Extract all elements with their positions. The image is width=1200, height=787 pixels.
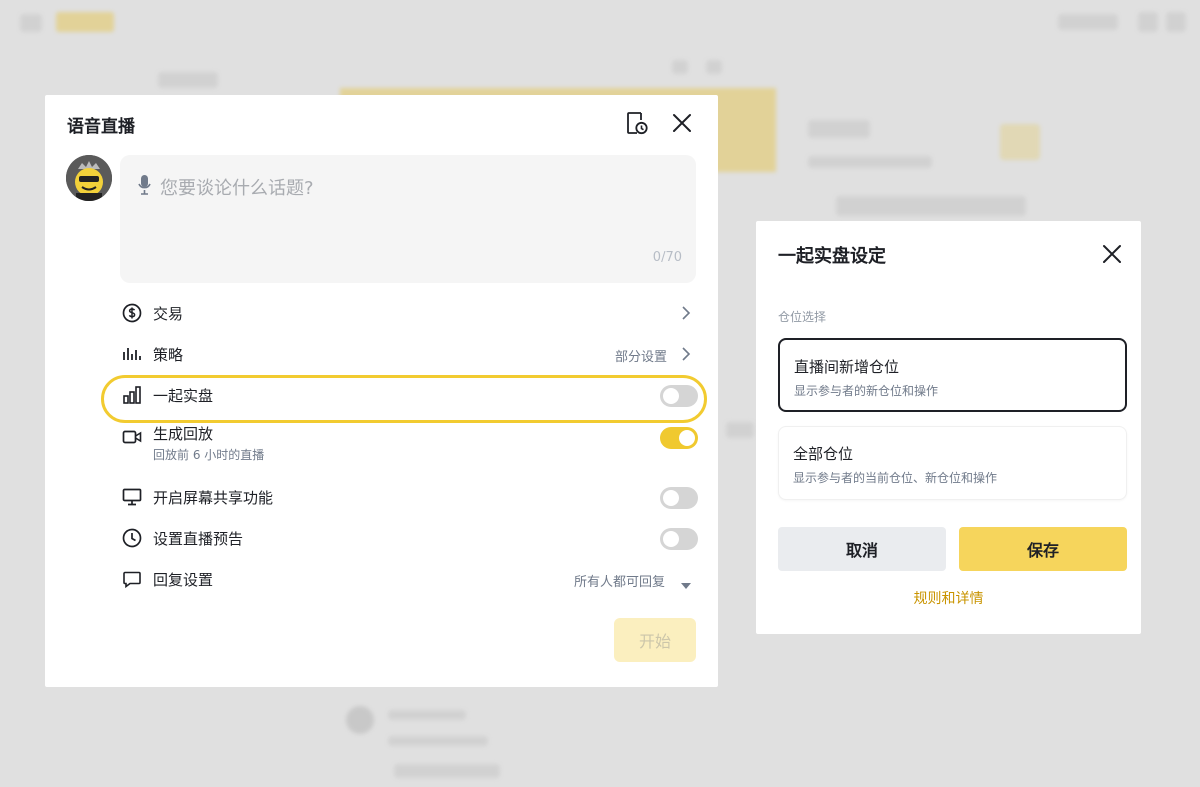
- strategy-value: 部分设置: [614, 350, 667, 365]
- start-button[interactable]: 开始: [614, 618, 696, 662]
- option-description: 显示参与者的当前仓位、新仓位和操作: [793, 471, 998, 485]
- position-section-label: 仓位选择: [778, 310, 827, 324]
- modal-title: 语音直播: [67, 117, 135, 137]
- screen-share-row[interactable]: 开启屏幕共享功能: [120, 479, 698, 515]
- strategy-row[interactable]: 策略 部分设置: [120, 336, 697, 372]
- signal-bars-icon: [122, 385, 142, 405]
- topic-input[interactable]: 您要谈论什么话题? 0/70: [120, 155, 696, 283]
- live-trading-label: 一起实盘: [153, 387, 214, 405]
- microphone-icon: [136, 174, 154, 196]
- video-camera-icon: [122, 427, 142, 447]
- topic-placeholder: 您要谈论什么话题?: [160, 178, 314, 199]
- rules-link[interactable]: 规则和详情: [756, 588, 1141, 608]
- option-all-positions[interactable]: 全部仓位 显示参与者的当前仓位、新仓位和操作: [778, 426, 1127, 500]
- screen-share-label: 开启屏幕共享功能: [153, 489, 274, 507]
- close-icon[interactable]: [1101, 243, 1123, 265]
- character-counter: 0/70: [652, 250, 682, 265]
- option-new-positions[interactable]: 直播间新增仓位 显示参与者的新仓位和操作: [778, 338, 1127, 412]
- monitor-icon: [122, 487, 142, 507]
- option-title: 全部仓位: [793, 445, 854, 463]
- live-trading-toggle[interactable]: [660, 385, 698, 407]
- clock-icon: [122, 528, 142, 548]
- reply-row[interactable]: 回复设置 所有人都可回复: [120, 561, 697, 597]
- live-trading-row[interactable]: 一起实盘: [120, 377, 698, 413]
- preview-row[interactable]: 设置直播预告: [120, 520, 698, 556]
- live-trading-settings-modal: 一起实盘设定 仓位选择 直播间新增仓位 显示参与者的新仓位和操作 全部仓位 显示…: [756, 221, 1141, 634]
- dollar-circle-icon: [122, 303, 142, 323]
- settings-title: 一起实盘设定: [778, 246, 886, 267]
- reply-label: 回复设置: [153, 571, 214, 589]
- preview-toggle[interactable]: [660, 528, 698, 550]
- replay-label: 生成回放: [153, 425, 214, 443]
- close-icon[interactable]: [670, 111, 694, 135]
- avatar: [66, 155, 112, 201]
- preview-label: 设置直播预告: [153, 530, 244, 548]
- bar-chart-icon: [122, 344, 142, 364]
- replay-toggle[interactable]: [660, 427, 698, 449]
- replay-sublabel: 回放前 6 小时的直播: [153, 448, 265, 462]
- option-description: 显示参与者的新仓位和操作: [794, 384, 939, 398]
- reply-value: 所有人都可回复: [573, 575, 665, 590]
- cancel-button[interactable]: 取消: [778, 527, 946, 571]
- chat-bubble-icon: [122, 569, 142, 589]
- chevron-right-icon: [679, 305, 693, 321]
- trade-label: 交易: [153, 305, 184, 323]
- option-title: 直播间新增仓位: [794, 358, 900, 376]
- replay-row[interactable]: 生成回放 回放前 6 小时的直播: [120, 419, 698, 465]
- history-icon[interactable]: [624, 110, 650, 136]
- save-button[interactable]: 保存: [959, 527, 1127, 571]
- trade-row[interactable]: 交易: [120, 295, 697, 331]
- screen-share-toggle[interactable]: [660, 487, 698, 509]
- chevron-right-icon: [679, 346, 693, 362]
- caret-down-icon: [681, 575, 691, 589]
- voice-live-modal: 语音直播 您要谈论什么话题? 0/70 交易 策略 部分设置 一起实盘 生成回放…: [45, 95, 718, 687]
- strategy-label: 策略: [153, 346, 184, 364]
